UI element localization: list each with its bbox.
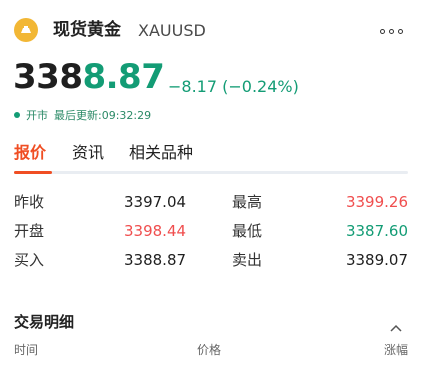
market-status: 开市 <box>26 109 48 122</box>
column-header-time: 时间 <box>14 343 39 357</box>
trade-details-section: 交易明细 时间 价格 涨幅 <box>14 312 408 372</box>
sell-label: 卖出 <box>232 251 263 269</box>
column-header-change: 涨幅 <box>383 343 408 357</box>
chevron-up-icon[interactable] <box>390 317 402 332</box>
open-value: 3398.44 <box>124 222 187 240</box>
prev-close-value: 3397.04 <box>124 193 187 211</box>
tab-quote[interactable]: 报价 <box>14 143 46 163</box>
high-value: 3399.26 <box>345 193 408 211</box>
price-change: −8.17 (−0.24%) <box>168 77 299 96</box>
column-header-price: 价格 <box>197 343 222 357</box>
buy-label: 买入 <box>14 251 45 269</box>
current-price: 3388.87 <box>13 57 165 97</box>
trade-details-title: 交易明细 <box>14 313 75 331</box>
low-label: 最低 <box>232 222 263 240</box>
quote-row: 昨收 3397.04 最高 3399.26 <box>14 190 408 219</box>
symbol-code: XAUUSD <box>138 21 206 40</box>
sell-value: 3389.07 <box>345 251 408 269</box>
more-icon[interactable] <box>380 29 404 35</box>
gold-bar-icon <box>14 18 38 42</box>
quote-grid: 昨收 3397.04 最高 3399.26 开盘 3398.44 最低 3387… <box>14 190 408 277</box>
tab-underline <box>14 171 408 174</box>
tab-active-indicator <box>14 171 52 174</box>
quote-row: 买入 3388.87 卖出 3389.07 <box>14 248 408 277</box>
price-row: 3388.87 −8.17 (−0.24%) <box>13 57 403 101</box>
tab-bar: 报价 资讯 相关品种 <box>14 141 408 175</box>
tab-news[interactable]: 资讯 <box>72 143 104 163</box>
high-label: 最高 <box>232 193 263 211</box>
prev-close-label: 昨收 <box>14 193 45 211</box>
last-update-time: 最后更新:09:32:29 <box>54 109 152 122</box>
status-dot-icon <box>14 112 20 118</box>
buy-value: 3388.87 <box>124 251 187 269</box>
market-status-row: 开市 最后更新:09:32:29 <box>14 107 151 123</box>
low-value: 3387.60 <box>345 222 408 240</box>
header: 现货黄金 XAUUSD <box>14 16 410 46</box>
price-integer-part: 338 <box>13 57 83 97</box>
price-fraction-part: 8.87 <box>82 57 165 97</box>
quote-row: 开盘 3398.44 最低 3387.60 <box>14 219 408 248</box>
open-label: 开盘 <box>14 222 45 240</box>
tab-related[interactable]: 相关品种 <box>129 143 193 163</box>
asset-name: 现货黄金 <box>53 20 121 40</box>
